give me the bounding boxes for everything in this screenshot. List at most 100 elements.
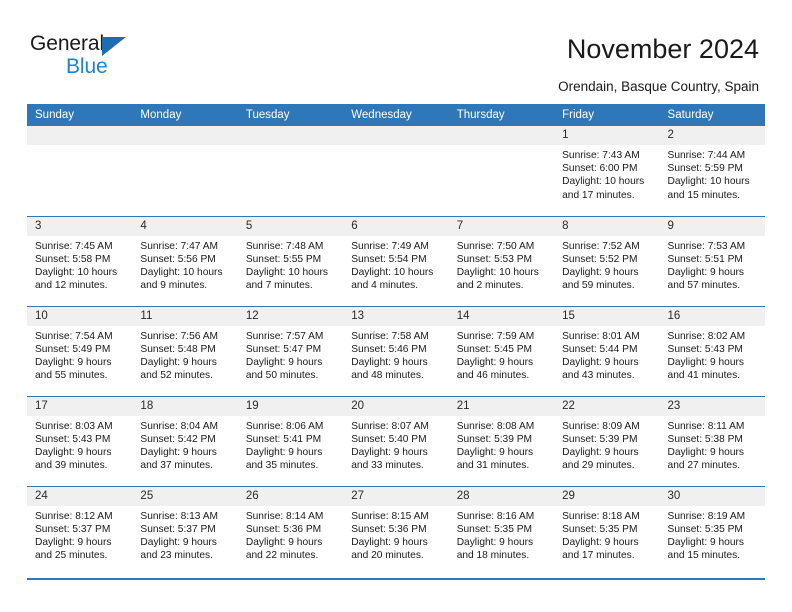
daylight-text-cont: and 43 minutes.	[562, 370, 635, 382]
calendar-day-cell[interactable]: 2 Sunrise: 7:44 AM Sunset: 5:59 PM Daylight…	[659, 126, 765, 216]
day-number: 23	[659, 396, 765, 416]
daylight-text-cont: and 41 minutes.	[667, 370, 741, 382]
daylight-text: Daylight: 9 hours	[667, 356, 744, 368]
day-number: 17	[27, 396, 133, 416]
day-details: Sunrise: 8:12 AM Sunset: 5:37 PM Daylight:…	[27, 506, 132, 563]
sunset-text: Sunset: 5:46 PM	[351, 343, 427, 355]
daylight-text: Daylight: 10 hours	[456, 266, 539, 278]
calendar-day-cell[interactable]: 29 Sunrise: 8:18 AM Sunset: 5:35 PM Dayligh…	[554, 485, 660, 576]
calendar-day-cell[interactable]: 22 Sunrise: 8:09 AM Sunset: 5:39 PM Dayligh…	[554, 395, 660, 486]
daylight-text: Daylight: 10 hours	[667, 176, 750, 188]
day-number: 10	[27, 306, 133, 326]
day-details: Sunrise: 8:08 AM Sunset: 5:39 PM Daylight:…	[449, 416, 554, 473]
day-details: Sunrise: 7:59 AM Sunset: 5:45 PM Daylight:…	[449, 326, 554, 383]
calendar-day-cell[interactable]: 21 Sunrise: 8:08 AM Sunset: 5:39 PM Dayligh…	[448, 395, 555, 486]
calendar-day-cell[interactable]: 18 Sunrise: 8:04 AM Sunset: 5:42 PM Dayligh…	[132, 395, 238, 486]
calendar-week-row: 17 Sunrise: 8:03 AM Sunset: 5:43 PM Dayligh…	[27, 395, 765, 486]
calendar-day-cell[interactable]: 30 Sunrise: 8:19 AM Sunset: 5:35 PM Dayligh…	[659, 485, 765, 576]
calendar-day-cell[interactable]: 1 Sunrise: 7:43 AM Sunset: 6:00 PM Daylight…	[554, 126, 660, 216]
logo[interactable]: General Blue	[30, 32, 210, 84]
daylight-text: Daylight: 9 hours	[456, 356, 534, 368]
location-subtitle: Orendain, Basque Country, Spain	[558, 79, 759, 94]
day-number: 25	[132, 486, 238, 506]
day-number: 6	[343, 216, 449, 236]
calendar-day-cell[interactable]: 15 Sunrise: 8:01 AM Sunset: 5:44 PM Dayligh…	[554, 305, 660, 396]
calendar-day-cell[interactable]: 26 Sunrise: 8:14 AM Sunset: 5:36 PM Dayligh…	[237, 485, 344, 576]
sunset-text: Sunset: 5:35 PM	[667, 523, 743, 535]
calendar-day-cell[interactable]: 4 Sunrise: 7:47 AM Sunset: 5:56 PM Daylight…	[132, 215, 238, 306]
daylight-text-cont: and 35 minutes.	[245, 460, 319, 472]
calendar-day-cell[interactable]: 10 Sunrise: 7:54 AM Sunset: 5:49 PM Dayligh…	[27, 305, 133, 396]
daylight-text-cont: and 15 minutes.	[667, 189, 741, 201]
daylight-text: Daylight: 9 hours	[562, 356, 639, 368]
calendar-day-cell[interactable]: 24 Sunrise: 8:12 AM Sunset: 5:37 PM Dayligh…	[27, 485, 133, 576]
sunrise-text: Sunrise: 7:53 AM	[667, 240, 746, 252]
daylight-text: Daylight: 9 hours	[140, 536, 217, 548]
daylight-text-cont: and 22 minutes.	[245, 550, 319, 562]
calendar-day-cell[interactable]: 17 Sunrise: 8:03 AM Sunset: 5:43 PM Dayligh…	[27, 395, 133, 486]
daylight-text-cont: and 46 minutes.	[456, 370, 530, 382]
calendar-day-cell[interactable]: 19 Sunrise: 8:06 AM Sunset: 5:41 PM Dayligh…	[237, 395, 344, 486]
calendar-week-row: 3 Sunrise: 7:45 AM Sunset: 5:58 PM Daylight…	[27, 215, 765, 306]
daylight-text-cont: and 50 minutes.	[245, 370, 319, 382]
day-details: Sunrise: 8:04 AM Sunset: 5:42 PM Daylight:…	[132, 416, 237, 473]
calendar-day-cell-empty	[27, 126, 133, 216]
sunrise-text: Sunrise: 7:54 AM	[35, 330, 113, 342]
calendar-week-row: 24 Sunrise: 8:12 AM Sunset: 5:37 PM Dayligh…	[27, 485, 765, 576]
day-number: 20	[343, 396, 449, 416]
daylight-text: Daylight: 9 hours	[351, 446, 428, 458]
sunset-text: Sunset: 5:39 PM	[456, 433, 533, 445]
calendar-day-cell[interactable]: 9 Sunrise: 7:53 AM Sunset: 5:51 PM Daylight…	[659, 215, 765, 306]
calendar-day-cell[interactable]: 8 Sunrise: 7:52 AM Sunset: 5:52 PM Daylight…	[554, 215, 660, 306]
calendar-day-cell[interactable]: 5 Sunrise: 7:48 AM Sunset: 5:55 PM Daylight…	[237, 215, 344, 306]
daylight-text: Daylight: 9 hours	[562, 446, 639, 458]
daylight-text-cont: and 7 minutes.	[245, 280, 313, 292]
calendar-day-cell[interactable]: 14 Sunrise: 7:59 AM Sunset: 5:45 PM Dayligh…	[448, 305, 555, 396]
calendar-day-cell[interactable]: 13 Sunrise: 7:58 AM Sunset: 5:46 PM Dayligh…	[343, 305, 449, 396]
daylight-text-cont: and 20 minutes.	[351, 550, 424, 562]
day-number: 27	[343, 486, 449, 506]
sunrise-text: Sunrise: 7:43 AM	[562, 150, 640, 161]
day-number: 12	[237, 306, 344, 326]
daylight-text: Daylight: 9 hours	[140, 446, 217, 458]
day-details: Sunrise: 7:58 AM Sunset: 5:46 PM Daylight:…	[343, 326, 448, 383]
sunrise-text: Sunrise: 7:56 AM	[140, 330, 219, 342]
calendar-day-cell[interactable]: 3 Sunrise: 7:45 AM Sunset: 5:58 PM Daylight…	[27, 215, 133, 306]
daylight-text-cont: and 17 minutes.	[562, 189, 635, 201]
day-number	[27, 126, 133, 145]
sunrise-text: Sunrise: 8:11 AM	[667, 420, 745, 432]
sunset-text: Sunset: 5:43 PM	[35, 433, 111, 445]
sunrise-text: Sunrise: 7:57 AM	[245, 330, 324, 342]
weekday-header-row: Sunday Monday Tuesday Wednesday Thursday…	[27, 104, 765, 126]
calendar-day-cell[interactable]: 28 Sunrise: 8:16 AM Sunset: 5:35 PM Dayligh…	[448, 485, 555, 576]
sunset-text: Sunset: 5:44 PM	[562, 343, 638, 355]
calendar-day-cell[interactable]: 6 Sunrise: 7:49 AM Sunset: 5:54 PM Daylight…	[343, 215, 449, 306]
weekday-header-thursday: Thursday	[448, 104, 555, 126]
logo-text-general: General	[30, 32, 105, 55]
calendar-day-cell[interactable]: 27 Sunrise: 8:15 AM Sunset: 5:36 PM Dayligh…	[343, 485, 449, 576]
day-number: 30	[659, 486, 765, 506]
calendar-day-cell[interactable]: 7 Sunrise: 7:50 AM Sunset: 5:53 PM Daylight…	[448, 215, 555, 306]
calendar-day-cell[interactable]: 12 Sunrise: 7:57 AM Sunset: 5:47 PM Dayligh…	[237, 305, 344, 396]
calendar-day-cell[interactable]: 25 Sunrise: 8:13 AM Sunset: 5:37 PM Dayligh…	[132, 485, 238, 576]
day-number: 11	[132, 306, 238, 326]
day-number: 4	[132, 216, 238, 236]
day-number: 16	[659, 306, 765, 326]
calendar-day-cell[interactable]: 16 Sunrise: 8:02 AM Sunset: 5:43 PM Dayligh…	[659, 305, 765, 396]
weekday-header-wednesday: Wednesday	[343, 104, 449, 126]
logo-text-blue: Blue	[66, 55, 108, 78]
daylight-text: Daylight: 9 hours	[140, 356, 217, 368]
sunset-text: Sunset: 5:36 PM	[245, 523, 322, 535]
sunset-text: Sunset: 5:36 PM	[351, 523, 427, 535]
daylight-text-cont: and 52 minutes.	[140, 370, 213, 382]
calendar-day-cell[interactable]: 23 Sunrise: 8:11 AM Sunset: 5:38 PM Dayligh…	[659, 395, 765, 486]
day-details: Sunrise: 8:06 AM Sunset: 5:41 PM Daylight:…	[238, 416, 343, 473]
daylight-text-cont: and 12 minutes.	[35, 280, 108, 292]
daylight-text: Daylight: 9 hours	[667, 536, 744, 548]
day-details: Sunrise: 8:07 AM Sunset: 5:40 PM Daylight:…	[343, 416, 448, 473]
calendar-day-cell[interactable]: 11 Sunrise: 7:56 AM Sunset: 5:48 PM Dayligh…	[132, 305, 238, 396]
day-number: 3	[27, 216, 133, 236]
sunset-text: Sunset: 5:58 PM	[35, 253, 111, 265]
calendar-day-cell[interactable]: 20 Sunrise: 8:07 AM Sunset: 5:40 PM Dayligh…	[343, 395, 449, 486]
daylight-text: Daylight: 9 hours	[562, 266, 639, 278]
